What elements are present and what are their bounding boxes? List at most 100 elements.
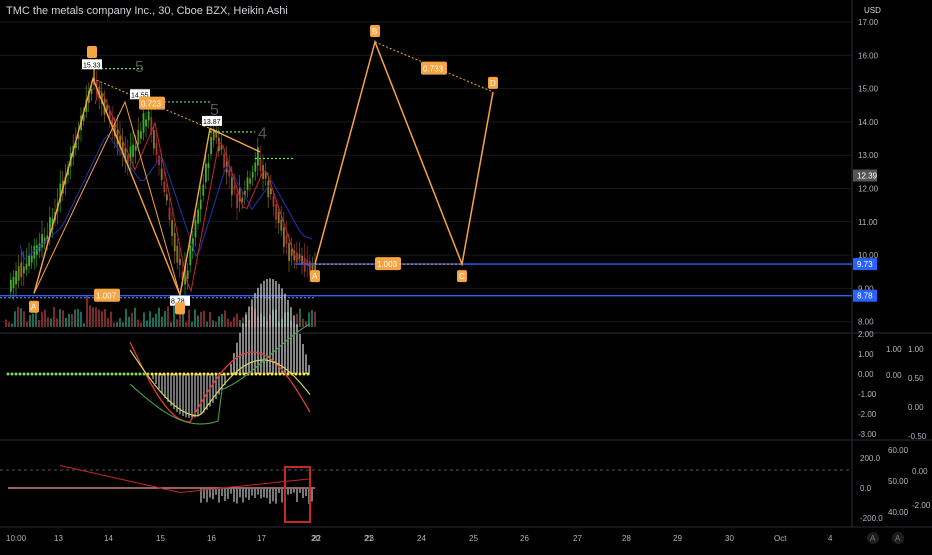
volume-bar [32, 313, 34, 327]
indicator1-outer-tick-label: 0.50 [908, 374, 924, 383]
zero-dot [202, 372, 206, 376]
x-axis-tick-label: 30 [725, 534, 734, 543]
candle-body [160, 168, 163, 180]
volume-bar [74, 309, 76, 327]
zero-dot [98, 372, 102, 376]
volume-bar [59, 309, 61, 327]
candle-body [233, 185, 236, 190]
volume-bar [209, 311, 211, 327]
left-point-label: A [31, 303, 37, 312]
volume-bar [191, 321, 193, 327]
candle [20, 250, 23, 286]
chart-title: TMC the metals company Inc., 30, Cboe BZ… [6, 5, 288, 17]
x-axis-tick-label: 4 [828, 534, 833, 543]
zero-dot [114, 372, 118, 376]
candle-body [179, 258, 181, 265]
zero-dot [266, 372, 270, 376]
volume-bar [47, 317, 49, 327]
zero-dot [18, 372, 22, 376]
indicator1-tick-label: 1.00 [858, 350, 874, 359]
candle-body [168, 207, 171, 220]
candle-body [223, 153, 225, 168]
candle [257, 137, 259, 177]
candle [142, 106, 145, 141]
volume-bar [197, 315, 199, 327]
candle-body [254, 162, 257, 172]
candle-body [207, 163, 210, 168]
candle-body [23, 266, 25, 274]
candle-body [145, 119, 147, 127]
volume-bar [236, 313, 238, 327]
price-tick-label: 17.00 [858, 18, 879, 27]
zero-dot [70, 372, 74, 376]
zero-dot [198, 372, 202, 376]
volume-bar [122, 322, 124, 327]
candle-body [12, 276, 15, 289]
candle [280, 206, 283, 237]
volume-bar [302, 318, 304, 327]
zero-dot [14, 372, 18, 376]
indicator2-bar [251, 488, 253, 496]
volume-bar [113, 322, 115, 327]
volume-bar [38, 319, 40, 327]
indicator2-bar [260, 488, 262, 499]
zero-dot [10, 372, 14, 376]
indicator1-side-label: 0.00 [886, 371, 902, 380]
volume-bar [311, 310, 313, 327]
indicator1-tick-label: 2.00 [858, 330, 874, 339]
zero-dot [238, 372, 242, 376]
volume-bars [5, 296, 316, 327]
left-harmonic-inner [33, 100, 181, 296]
zero-dot [270, 372, 274, 376]
volume-bar [65, 317, 67, 327]
zero-dot [274, 372, 278, 376]
volume-bar [44, 309, 46, 327]
candle-body [153, 130, 155, 149]
zero-dot [38, 372, 42, 376]
indicator1-tick-label: -2.00 [858, 410, 877, 419]
candle-body [36, 245, 38, 255]
indicator1-outer-tick-label: -0.50 [908, 432, 927, 441]
zero-dot [58, 372, 62, 376]
indicator2-tick-label: -200.0 [860, 514, 883, 523]
candle [30, 245, 33, 270]
candle-body [236, 193, 238, 208]
candle-body [189, 245, 192, 265]
indicator1-tick-label: 0.00 [858, 370, 874, 379]
volume-bar [56, 318, 58, 327]
volume-bar [62, 310, 64, 327]
candle [176, 238, 179, 270]
indicator2-bar [290, 488, 292, 494]
zero-dot [6, 372, 10, 376]
candle [205, 155, 207, 189]
zero-dot [162, 372, 166, 376]
zero-dot [306, 372, 310, 376]
chart-area[interactable]: TMC the metals company Inc., 30, Cboe BZ… [0, 0, 932, 550]
x-axis-tick-label: 16 [207, 534, 216, 543]
zero-dot [214, 372, 218, 376]
volume-bar [194, 309, 196, 327]
x-axis-tick-label: 25 [469, 534, 478, 543]
indicator2-bar [224, 488, 226, 501]
indicator2-tick-label: 0.0 [860, 484, 872, 493]
candle [17, 255, 20, 288]
volume-bar [134, 307, 136, 327]
candle-body [28, 255, 30, 266]
candle [283, 212, 285, 254]
zero-dot [178, 372, 182, 376]
volume-bar [29, 314, 31, 327]
indicator2-bar [257, 488, 259, 495]
volume-bar [116, 322, 118, 327]
zero-dot [134, 372, 138, 376]
indicator2-outer-tick-label: 50.00 [888, 477, 909, 486]
candle-body [173, 232, 176, 252]
left-ratio-label: 1.007 [96, 292, 117, 301]
zero-dot [34, 372, 38, 376]
harmonic-point-label: C [459, 272, 465, 281]
volume-bar [104, 309, 106, 327]
volume-bar [176, 319, 178, 327]
indicator2-bar [233, 488, 235, 502]
indicator2-outer-tick-label: 60.00 [888, 446, 909, 455]
volume-bar [86, 296, 88, 327]
indicator2-histogram [200, 488, 313, 505]
